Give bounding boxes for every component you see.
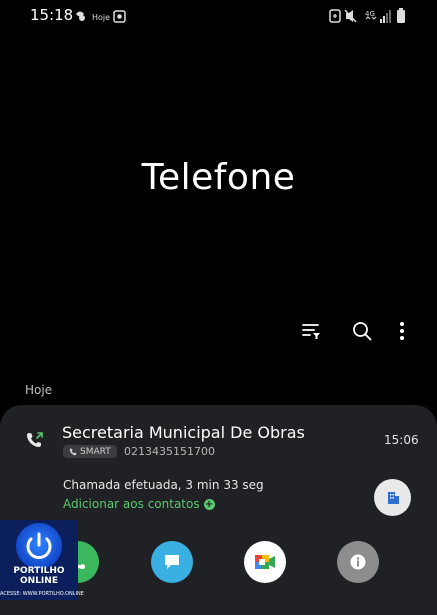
screen-title: Telefone <box>141 157 296 198</box>
section-label-today: Hoje <box>25 383 53 397</box>
plus-icon: + <box>203 498 215 510</box>
search-icon <box>353 322 372 341</box>
info-icon <box>350 554 366 570</box>
add-to-contacts-link[interactable]: Adicionar aos contatos + <box>63 497 215 511</box>
svg-text:4G: 4G <box>365 10 375 18</box>
message-button[interactable] <box>151 541 193 583</box>
filter-icon <box>302 324 320 339</box>
watermark-line2: ONLINE <box>20 576 58 586</box>
caller-number: 0213435151700 <box>124 445 215 458</box>
call-details: Chamada efetuada, 3 min 33 seg <box>63 478 264 492</box>
sim-badge-label: SMART <box>80 446 111 457</box>
notification-icons: Hoje <box>73 8 129 28</box>
status-right-icons: 4G <box>328 7 410 23</box>
phone-small-icon <box>69 448 77 455</box>
more-options-button[interactable] <box>387 316 417 346</box>
watermark-line3: ACESSE: WWW.PORTILHO.ONLINE <box>0 591 84 597</box>
caller-name: Secretaria Municipal De Obras <box>62 423 305 442</box>
outgoing-call-icon <box>25 430 45 454</box>
video-call-button[interactable] <box>244 541 286 583</box>
info-button[interactable] <box>337 541 379 583</box>
call-time: 15:06 <box>384 433 419 447</box>
video-call-icon <box>255 555 275 569</box>
filter-button[interactable] <box>296 316 326 346</box>
add-to-contacts-label: Adicionar aos contatos <box>63 497 200 511</box>
more-vertical-icon <box>400 322 404 340</box>
power-icon <box>16 523 62 569</box>
business-info-button[interactable] <box>374 479 411 516</box>
watermark-line1: PORTILHO <box>13 566 65 576</box>
status-time: 15:18 <box>30 6 74 24</box>
status-bar: 15:18 Hoje 4G <box>0 0 437 32</box>
sim-badge: SMART <box>63 445 117 458</box>
search-button[interactable] <box>347 316 377 346</box>
building-icon <box>387 491 399 504</box>
svg-text:Hoje: Hoje <box>92 13 110 22</box>
message-icon <box>165 555 179 569</box>
